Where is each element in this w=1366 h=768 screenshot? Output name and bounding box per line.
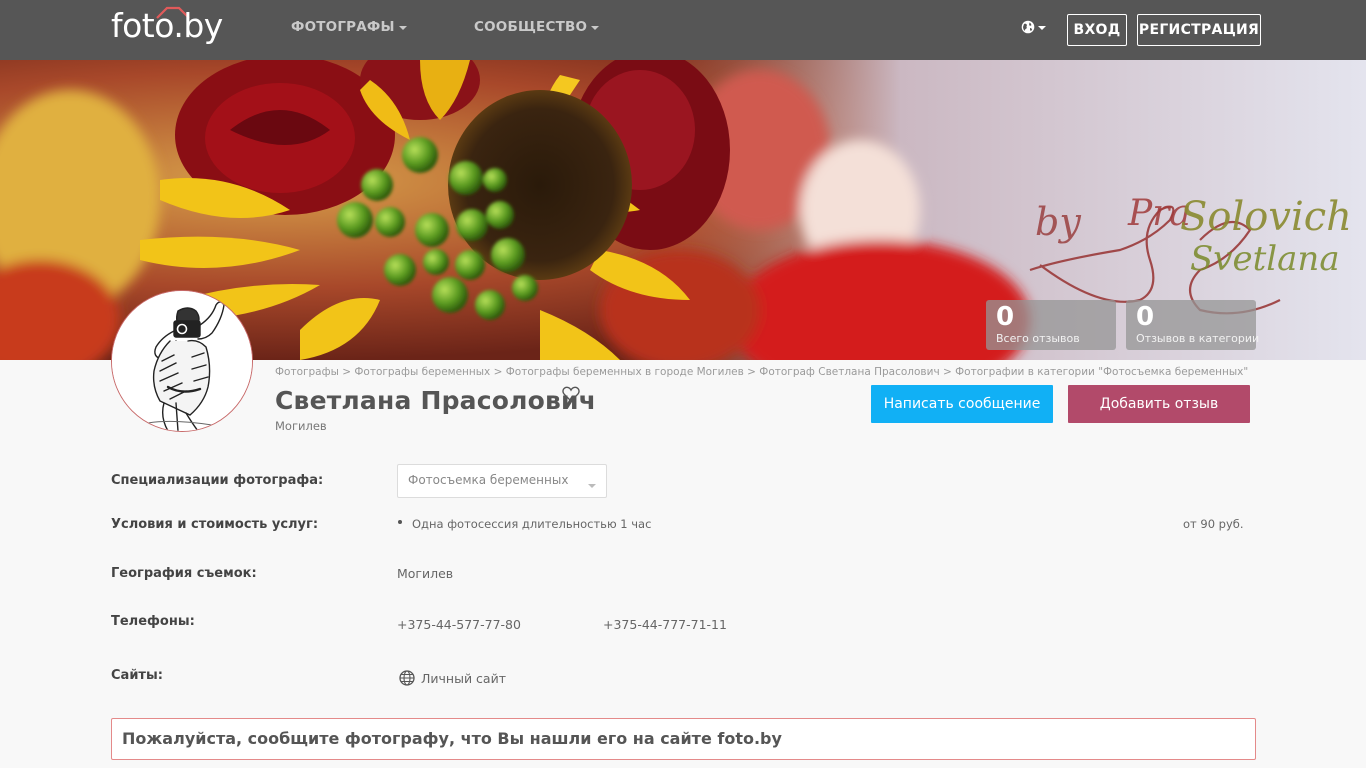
top-navbar: foto.by ФОТОГРАФЫ СООБЩЕСТВО ВХОД РЕГИСТ… — [0, 0, 1366, 60]
svg-text:Svetlana: Svetlana — [1190, 239, 1340, 279]
language-selector[interactable] — [1021, 20, 1046, 34]
register-button[interactable]: РЕГИСТРАЦИЯ — [1137, 14, 1261, 46]
breadcrumb: Фотографы > Фотографы беременных > Фотог… — [275, 366, 1248, 378]
services-label: Условия и стоимость услуг: — [111, 517, 319, 532]
nav-photographers-label: ФОТОГРАФЫ — [291, 19, 395, 35]
stat-category-reviews-value: 0 — [1136, 302, 1155, 332]
chevron-down-icon — [1038, 26, 1046, 30]
bullet-icon — [398, 520, 402, 524]
profile-name: Светлана Прасолович — [275, 386, 597, 415]
chevron-down-icon — [398, 26, 407, 30]
breadcrumb-item-pregnancy-photographers[interactable]: Фотографы беременных — [354, 366, 490, 378]
personal-site-link[interactable]: Личный сайт — [399, 670, 506, 686]
breadcrumb-separator: > — [747, 366, 760, 378]
site-logo[interactable]: foto.by — [111, 4, 241, 48]
heart-icon[interactable] — [562, 386, 580, 402]
logo-text: foto.by — [111, 6, 223, 45]
add-review-button[interactable]: Добавить отзыв — [1068, 385, 1250, 423]
write-message-button[interactable]: Написать сообщение — [871, 385, 1053, 423]
chevron-down-icon — [591, 26, 600, 30]
specialization-selected-value: Фотосъемка беременных — [408, 473, 569, 487]
phone-1[interactable]: +375-44-577-77-80 — [397, 617, 521, 632]
avatar[interactable] — [111, 290, 253, 432]
stat-total-reviews-label: Всего отзывов — [996, 332, 1080, 345]
login-button[interactable]: ВХОД — [1067, 14, 1127, 46]
nav-community[interactable]: СООБЩЕСТВО — [474, 19, 600, 35]
personal-site-label: Личный сайт — [421, 670, 506, 686]
globe-icon — [1021, 20, 1035, 34]
notice-banner: Пожалуйста, сообщите фотографу, что Вы н… — [111, 718, 1256, 760]
stat-category-reviews-label: Отзывов в категории — [1136, 332, 1260, 345]
specialization-select[interactable]: Фотосъемка беременных — [397, 464, 607, 498]
breadcrumb-item-current: Фотографии в категории "Фотосъемка берем… — [955, 366, 1249, 378]
chevron-down-icon — [588, 484, 596, 488]
nav-community-label: СООБЩЕСТВО — [474, 19, 588, 35]
service-price: от 90 руб. — [1183, 517, 1244, 531]
svg-text:Solovich: Solovich — [1180, 194, 1352, 240]
breadcrumb-separator: > — [943, 366, 956, 378]
breadcrumb-item-photographers[interactable]: Фотографы — [275, 366, 339, 378]
phone-2[interactable]: +375-44-777-71-11 — [603, 617, 727, 632]
geography-label: География съемок: — [111, 566, 257, 581]
geography-value: Могилев — [397, 566, 454, 581]
photographer-sketch-icon — [112, 291, 252, 431]
stat-total-reviews-value: 0 — [996, 302, 1015, 332]
breadcrumb-item-city[interactable]: Фотографы беременных в городе Могилев — [506, 366, 744, 378]
phones-label: Телефоны: — [111, 614, 195, 629]
breadcrumb-item-photographer[interactable]: Фотограф Светлана Прасолович — [759, 366, 939, 378]
sites-label: Сайты: — [111, 668, 163, 683]
breadcrumb-separator: > — [493, 366, 506, 378]
profile-city: Могилев — [275, 419, 327, 433]
service-name: Одна фотосессия длительностью 1 час — [412, 517, 652, 531]
stat-category-reviews: 0 Отзывов в категории — [1126, 300, 1260, 350]
specializations-label: Специализации фотографа: — [111, 473, 324, 488]
nav-photographers[interactable]: ФОТОГРАФЫ — [291, 19, 407, 35]
breadcrumb-separator: > — [342, 366, 355, 378]
stat-total-reviews: 0 Всего отзывов — [986, 300, 1116, 350]
svg-text:by: by — [1035, 200, 1081, 244]
globe-icon — [399, 670, 415, 686]
